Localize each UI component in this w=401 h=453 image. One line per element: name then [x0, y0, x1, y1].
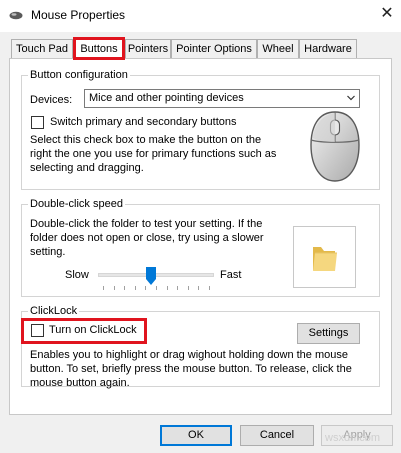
clicklock-description: Enables you to highlight or drag wighout… [30, 349, 352, 389]
switch-buttons-checkbox[interactable] [31, 116, 44, 129]
clicklock-checkbox[interactable] [31, 324, 44, 337]
tab-wheel[interactable]: Wheel [257, 39, 299, 59]
tab-buttons[interactable]: Buttons [73, 37, 125, 60]
button-configuration-title: Button configuration [28, 69, 130, 82]
double-click-description: Double-click the folder to test your set… [30, 218, 264, 258]
double-click-title: Double-click speed [28, 198, 125, 211]
buttons-tab-panel: Button configuration Devices: Mice and o… [9, 58, 392, 415]
slider-tick [124, 286, 125, 290]
slider-tick [198, 286, 199, 290]
slider-tick [135, 286, 136, 290]
tab-pointer-options[interactable]: Pointer Options [171, 39, 257, 59]
chevron-down-icon [347, 95, 355, 101]
test-folder-box[interactable] [293, 226, 356, 288]
mouse-image [310, 111, 360, 182]
devices-select[interactable]: Mice and other pointing devices [84, 89, 360, 108]
double-click-speed-slider[interactable] [98, 262, 214, 292]
slider-thumb[interactable] [146, 267, 156, 285]
folder-icon[interactable] [311, 243, 339, 273]
devices-label: Devices: [30, 94, 73, 106]
ok-button[interactable]: OK [160, 425, 232, 446]
slider-tick [167, 286, 168, 290]
window-title: Mouse Properties [31, 8, 126, 22]
mouse-icon [9, 11, 23, 20]
switch-buttons-description: Select this check box to make the button… [30, 134, 277, 174]
slider-track [98, 273, 214, 277]
slow-label: Slow [65, 269, 89, 281]
clicklock-settings-button[interactable]: Settings [297, 323, 360, 344]
fast-label: Fast [220, 269, 242, 281]
switch-buttons-label[interactable]: Switch primary and secondary buttons [50, 115, 236, 129]
slider-tick [209, 286, 210, 290]
devices-select-value: Mice and other pointing devices [89, 92, 244, 104]
slider-tick [188, 286, 189, 290]
title-bar: Mouse Properties ✕ [0, 0, 401, 32]
tab-pointers[interactable]: Pointers [125, 39, 171, 59]
tab-touch-pad[interactable]: Touch Pad [11, 39, 73, 59]
cancel-button[interactable]: Cancel [240, 425, 314, 446]
slider-tick [103, 286, 104, 290]
tab-hardware[interactable]: Hardware [299, 39, 357, 59]
slider-tick [177, 286, 178, 290]
slider-tick [114, 286, 115, 290]
slider-tick [156, 286, 157, 290]
clicklock-label[interactable]: Turn on ClickLock [49, 323, 137, 337]
slider-tick [145, 286, 146, 290]
close-icon[interactable]: ✕ [378, 5, 396, 23]
clicklock-title: ClickLock [28, 305, 80, 318]
watermark: wsxdn.com [325, 432, 381, 444]
